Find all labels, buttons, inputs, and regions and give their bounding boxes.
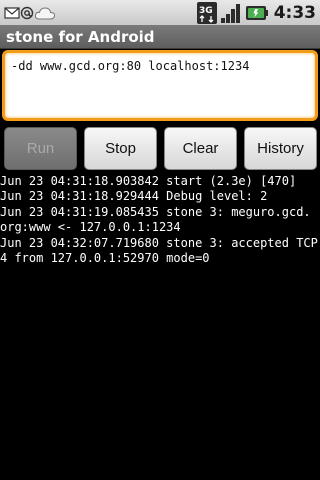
status-bar: 3G 4:33 (0, 0, 320, 25)
svg-text:3G: 3G (199, 6, 213, 16)
title-bar: stone for Android (0, 25, 320, 49)
stop-button[interactable]: Stop (84, 127, 157, 170)
log-line: Jun 23 04:32:07.719680 stone 3: accepted… (0, 235, 318, 250)
signal-icon (220, 3, 240, 23)
system-icons: 3G 4:33 (196, 1, 316, 24)
log-line: org:www <- 127.0.0.1:1234 (0, 220, 181, 235)
3g-data-icon: 3G (196, 1, 217, 24)
log-line: Jun 23 04:31:18.903842 start (2.3e) [470… (0, 174, 297, 188)
mail-icon (4, 6, 20, 19)
clear-button[interactable]: Clear (164, 127, 237, 170)
log-line: Jun 23 04:31:18.929444 Debug level: 2 (0, 189, 268, 204)
history-button[interactable]: History (244, 127, 317, 170)
notification-icons (4, 2, 56, 23)
app-title: stone for Android (6, 28, 155, 46)
button-row: Run Stop Clear History (0, 127, 320, 171)
cloud-icon (34, 6, 56, 19)
command-input[interactable]: -dd www.gcd.org:80 localhost:1234 (2, 50, 318, 121)
run-button[interactable]: Run (4, 127, 77, 170)
battery-icon (245, 5, 268, 20)
at-sign-icon (20, 6, 34, 19)
log-line: 4 from 127.0.0.1:52970 mode=0 (0, 251, 210, 266)
clock: 4:33 (273, 2, 316, 23)
log-output[interactable]: Jun 23 04:31:18.903842 start (2.3e) [470… (0, 174, 320, 266)
log-line: Jun 23 04:31:19.085435 stone 3: meguro.g… (0, 204, 311, 219)
